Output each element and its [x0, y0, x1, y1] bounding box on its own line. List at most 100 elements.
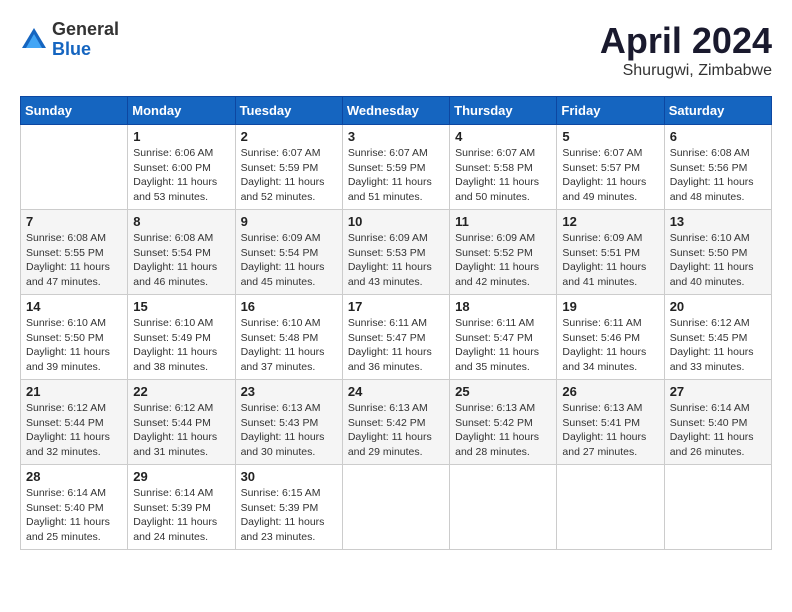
- day-info: Sunrise: 6:12 AMSunset: 5:45 PMDaylight:…: [670, 316, 766, 375]
- day-info: Sunrise: 6:09 AMSunset: 5:54 PMDaylight:…: [241, 231, 337, 290]
- calendar-cell: 14 Sunrise: 6:10 AMSunset: 5:50 PMDayligh…: [21, 295, 128, 380]
- day-info: Sunrise: 6:14 AMSunset: 5:40 PMDaylight:…: [26, 486, 122, 545]
- calendar-cell: 28 Sunrise: 6:14 AMSunset: 5:40 PMDayligh…: [21, 465, 128, 550]
- day-info: Sunrise: 6:10 AMSunset: 5:48 PMDaylight:…: [241, 316, 337, 375]
- day-info: Sunrise: 6:13 AMSunset: 5:42 PMDaylight:…: [348, 401, 444, 460]
- day-info: Sunrise: 6:11 AMSunset: 5:47 PMDaylight:…: [455, 316, 551, 375]
- calendar-cell: 12 Sunrise: 6:09 AMSunset: 5:51 PMDayligh…: [557, 210, 664, 295]
- calendar-cell: 11 Sunrise: 6:09 AMSunset: 5:52 PMDayligh…: [450, 210, 557, 295]
- day-info: Sunrise: 6:08 AMSunset: 5:55 PMDaylight:…: [26, 231, 122, 290]
- day-number: 15: [133, 299, 229, 314]
- day-info: Sunrise: 6:09 AMSunset: 5:52 PMDaylight:…: [455, 231, 551, 290]
- week-row-3: 21 Sunrise: 6:12 AMSunset: 5:44 PMDayligh…: [21, 380, 772, 465]
- calendar-cell: 3 Sunrise: 6:07 AMSunset: 5:59 PMDaylight…: [342, 125, 449, 210]
- calendar-cell: [450, 465, 557, 550]
- calendar-cell: [21, 125, 128, 210]
- calendar-cell: 9 Sunrise: 6:09 AMSunset: 5:54 PMDaylight…: [235, 210, 342, 295]
- weekday-header-sunday: Sunday: [21, 97, 128, 125]
- day-number: 14: [26, 299, 122, 314]
- weekday-header-saturday: Saturday: [664, 97, 771, 125]
- calendar-cell: 19 Sunrise: 6:11 AMSunset: 5:46 PMDayligh…: [557, 295, 664, 380]
- week-row-4: 28 Sunrise: 6:14 AMSunset: 5:40 PMDayligh…: [21, 465, 772, 550]
- week-row-2: 14 Sunrise: 6:10 AMSunset: 5:50 PMDayligh…: [21, 295, 772, 380]
- weekday-header-tuesday: Tuesday: [235, 97, 342, 125]
- calendar-cell: 4Sunrise: 6:07 AMSunset: 5:58 PMDaylight…: [450, 125, 557, 210]
- day-info: Sunrise: 6:13 AMSunset: 5:41 PMDaylight:…: [562, 401, 658, 460]
- weekday-header-row: SundayMondayTuesdayWednesdayThursdayFrid…: [21, 97, 772, 125]
- calendar-cell: 25Sunrise: 6:13 AMSunset: 5:42 PMDayligh…: [450, 380, 557, 465]
- calendar-cell: 27Sunrise: 6:14 AMSunset: 5:40 PMDayligh…: [664, 380, 771, 465]
- calendar-cell: 18 Sunrise: 6:11 AMSunset: 5:47 PMDayligh…: [450, 295, 557, 380]
- day-number: 17: [348, 299, 444, 314]
- day-number: 2: [241, 129, 337, 144]
- day-number: 1: [133, 129, 229, 144]
- day-number: 12: [562, 214, 658, 229]
- day-number: 26: [562, 384, 658, 399]
- calendar-cell: 8 Sunrise: 6:08 AMSunset: 5:54 PMDaylight…: [128, 210, 235, 295]
- day-number: 6: [670, 129, 766, 144]
- logo-text: General Blue: [52, 20, 119, 60]
- day-info: Sunrise: 6:08 AMSunset: 5:54 PMDaylight:…: [133, 231, 229, 290]
- weekday-header-monday: Monday: [128, 97, 235, 125]
- calendar-cell: 10Sunrise: 6:09 AMSunset: 5:53 PMDayligh…: [342, 210, 449, 295]
- day-number: 28: [26, 469, 122, 484]
- logo-icon: [20, 26, 48, 54]
- calendar-cell: 1 Sunrise: 6:06 AMSunset: 6:00 PMDaylight…: [128, 125, 235, 210]
- calendar-cell: 6Sunrise: 6:08 AMSunset: 5:56 PMDaylight…: [664, 125, 771, 210]
- day-number: 8: [133, 214, 229, 229]
- day-number: 29: [133, 469, 229, 484]
- day-info: Sunrise: 6:07 AMSunset: 5:59 PMDaylight:…: [241, 146, 337, 205]
- day-info: Sunrise: 6:10 AMSunset: 5:50 PMDaylight:…: [670, 231, 766, 290]
- day-info: Sunrise: 6:13 AMSunset: 5:42 PMDaylight:…: [455, 401, 551, 460]
- calendar-cell: 29 Sunrise: 6:14 AMSunset: 5:39 PMDayligh…: [128, 465, 235, 550]
- day-info: Sunrise: 6:07 AMSunset: 5:59 PMDaylight:…: [348, 146, 444, 205]
- calendar-table: SundayMondayTuesdayWednesdayThursdayFrid…: [20, 96, 772, 550]
- day-number: 13: [670, 214, 766, 229]
- day-number: 21: [26, 384, 122, 399]
- week-row-1: 7 Sunrise: 6:08 AMSunset: 5:55 PMDaylight…: [21, 210, 772, 295]
- title-block: April 2024 Shurugwi, Zimbabwe: [600, 20, 772, 80]
- day-number: 20: [670, 299, 766, 314]
- day-number: 23: [241, 384, 337, 399]
- calendar-cell: 17 Sunrise: 6:11 AMSunset: 5:47 PMDayligh…: [342, 295, 449, 380]
- day-number: 11: [455, 214, 551, 229]
- day-number: 24: [348, 384, 444, 399]
- day-info: Sunrise: 6:12 AMSunset: 5:44 PMDaylight:…: [133, 401, 229, 460]
- page-header: General Blue April 2024 Shurugwi, Zimbab…: [20, 20, 772, 80]
- logo: General Blue: [20, 20, 119, 60]
- calendar-cell: 15 Sunrise: 6:10 AMSunset: 5:49 PMDayligh…: [128, 295, 235, 380]
- calendar-cell: 21Sunrise: 6:12 AMSunset: 5:44 PMDayligh…: [21, 380, 128, 465]
- weekday-header-wednesday: Wednesday: [342, 97, 449, 125]
- calendar-cell: 16 Sunrise: 6:10 AMSunset: 5:48 PMDayligh…: [235, 295, 342, 380]
- calendar-cell: 7 Sunrise: 6:08 AMSunset: 5:55 PMDaylight…: [21, 210, 128, 295]
- day-info: Sunrise: 6:09 AMSunset: 5:51 PMDaylight:…: [562, 231, 658, 290]
- day-info: Sunrise: 6:13 AMSunset: 5:43 PMDaylight:…: [241, 401, 337, 460]
- day-info: Sunrise: 6:15 AMSunset: 5:39 PMDaylight:…: [241, 486, 337, 545]
- day-number: 5: [562, 129, 658, 144]
- day-number: 18: [455, 299, 551, 314]
- day-info: Sunrise: 6:07 AMSunset: 5:57 PMDaylight:…: [562, 146, 658, 205]
- day-number: 10: [348, 214, 444, 229]
- day-info: Sunrise: 6:14 AMSunset: 5:40 PMDaylight:…: [670, 401, 766, 460]
- calendar-cell: 24 Sunrise: 6:13 AMSunset: 5:42 PMDayligh…: [342, 380, 449, 465]
- day-info: Sunrise: 6:06 AMSunset: 6:00 PMDaylight:…: [133, 146, 229, 205]
- calendar-cell: 20 Sunrise: 6:12 AMSunset: 5:45 PMDayligh…: [664, 295, 771, 380]
- day-number: 16: [241, 299, 337, 314]
- day-info: Sunrise: 6:11 AMSunset: 5:46 PMDaylight:…: [562, 316, 658, 375]
- day-number: 7: [26, 214, 122, 229]
- calendar-cell: [557, 465, 664, 550]
- day-number: 3: [348, 129, 444, 144]
- calendar-cell: 30Sunrise: 6:15 AMSunset: 5:39 PMDayligh…: [235, 465, 342, 550]
- calendar-cell: 26 Sunrise: 6:13 AMSunset: 5:41 PMDayligh…: [557, 380, 664, 465]
- logo-general: General: [52, 20, 119, 40]
- location: Shurugwi, Zimbabwe: [600, 62, 772, 80]
- day-number: 19: [562, 299, 658, 314]
- day-number: 9: [241, 214, 337, 229]
- logo-blue: Blue: [52, 40, 119, 60]
- day-info: Sunrise: 6:10 AMSunset: 5:49 PMDaylight:…: [133, 316, 229, 375]
- day-info: Sunrise: 6:11 AMSunset: 5:47 PMDaylight:…: [348, 316, 444, 375]
- day-info: Sunrise: 6:10 AMSunset: 5:50 PMDaylight:…: [26, 316, 122, 375]
- day-number: 22: [133, 384, 229, 399]
- weekday-header-friday: Friday: [557, 97, 664, 125]
- day-info: Sunrise: 6:14 AMSunset: 5:39 PMDaylight:…: [133, 486, 229, 545]
